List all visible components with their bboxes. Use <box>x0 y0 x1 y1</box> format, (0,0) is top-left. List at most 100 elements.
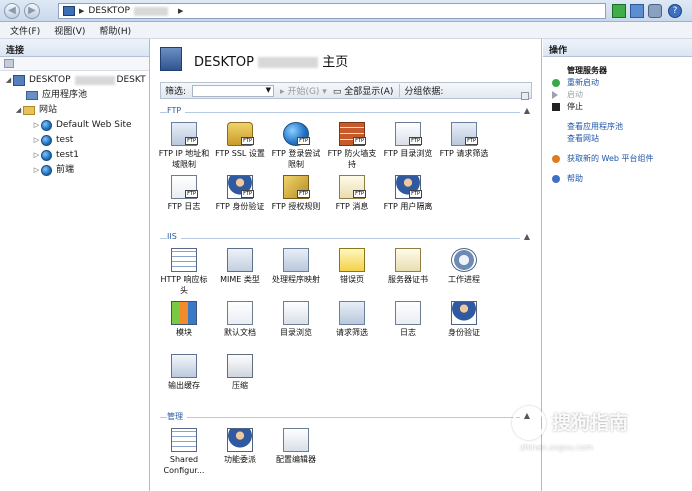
feature-ftp-firewall[interactable]: FTP FTP 防火墙支持 <box>326 122 378 170</box>
group-header-iis[interactable]: IIS ▲ <box>160 232 530 244</box>
sites-folder-icon <box>23 106 35 115</box>
address-input[interactable]: ▶ DESKTOP ▶ <box>58 3 606 19</box>
restart-icon <box>552 79 560 87</box>
menu-file[interactable]: 文件(F) <box>10 24 40 37</box>
feature-ftp-user-isolation[interactable]: FTP FTP 用户隔离 <box>382 175 434 212</box>
feature-ftp-ip-restrictions[interactable]: FTP FTP IP 地址和域限制 <box>158 122 210 170</box>
group-title: IIS <box>167 232 181 241</box>
authentication-icon <box>451 301 477 325</box>
message-icon: FTP <box>339 175 366 199</box>
filter-scroll-icon[interactable] <box>521 92 529 100</box>
feature-ftp-logon-attempts[interactable]: FTP FTP 登录尝试限制 <box>270 122 322 170</box>
action-view-sites[interactable]: 查看网站 <box>543 133 692 145</box>
feature-label: HTTP 响应标头 <box>160 275 208 295</box>
expand-icon[interactable]: ▷ <box>32 163 41 178</box>
action-stop[interactable]: 停止 <box>543 101 692 113</box>
back-arrow-icon[interactable]: ◀ <box>4 3 20 19</box>
tree-item-app-pools[interactable]: 应用程序池 <box>0 88 149 103</box>
feature-ftp-logging[interactable]: FTP FTP 日志 <box>158 175 210 212</box>
feature-ftp-authorization[interactable]: FTP FTP 授权规则 <box>270 175 322 212</box>
group-by-dropdown[interactable]: 分组依据: <box>399 84 443 97</box>
directory-browsing-icon <box>283 301 309 325</box>
features-view: DESKTOP 主页 筛选: ▼ ▸ 开始(G) ▾ ▭ 全部显示(A) 分组依… <box>150 39 542 491</box>
help-icon[interactable]: ? <box>668 4 682 18</box>
action-view-app-pools[interactable]: 查看应用程序池 <box>543 121 692 133</box>
server-icon <box>13 75 25 86</box>
collapse-group-icon[interactable]: ▲ <box>524 411 530 420</box>
feature-ftp-authentication[interactable]: FTP FTP 身份验证 <box>214 175 266 212</box>
feature-ftp-dir-browse[interactable]: FTP FTP 目录浏览 <box>382 122 434 159</box>
feature-server-certificates[interactable]: 服务器证书 <box>382 248 434 285</box>
actions-pane: 操作 管理服务器 重新启动 启动 停止 查看应用程序池 查看网站 获取新的 We… <box>543 39 692 491</box>
expand-icon[interactable]: ▷ <box>32 148 41 163</box>
filter-input[interactable]: ▼ <box>192 84 275 97</box>
tree-item-test[interactable]: ▷ test <box>0 133 149 148</box>
action-get-web-platform[interactable]: 获取新的 Web 平台组件 <box>543 153 692 165</box>
collapse-icon[interactable]: ◢ <box>14 103 23 118</box>
tree-item-frontend[interactable]: ▷ 前端 <box>0 163 149 178</box>
worker-process-icon <box>451 248 477 272</box>
save-icon[interactable] <box>630 4 644 18</box>
feature-ftp-ssl[interactable]: FTP FTP SSL 设置 <box>214 122 266 159</box>
start-icon <box>552 91 558 99</box>
default-document-icon <box>227 301 253 325</box>
menu-help[interactable]: 帮助(H) <box>99 24 131 37</box>
collapse-group-icon[interactable]: ▲ <box>524 106 530 115</box>
feature-worker-processes[interactable]: 工作进程 <box>438 248 490 285</box>
group-header-ftp[interactable]: FTP ▲ <box>160 106 530 118</box>
feature-shared-configuration[interactable]: Shared Configur... <box>158 428 210 476</box>
start-button[interactable]: ▸ 开始(G) ▾ <box>280 84 327 97</box>
group-title: FTP <box>167 106 186 115</box>
feature-config-editor[interactable]: 配置编辑器 <box>270 428 322 465</box>
tree-item-server[interactable]: ◢ DESKTOP DESKT <box>0 73 149 88</box>
feature-output-caching[interactable]: 输出缓存 <box>158 354 210 391</box>
show-all-button[interactable]: ▭ 全部显示(A) <box>333 84 394 97</box>
feature-request-filtering[interactable]: 请求筛选 <box>326 301 378 338</box>
web-platform-icon <box>552 155 560 163</box>
action-restart[interactable]: 重新启动 <box>543 77 692 89</box>
feature-compression[interactable]: 压缩 <box>214 354 266 391</box>
feature-delegation[interactable]: 功能委派 <box>214 428 266 465</box>
feature-logging[interactable]: 日志 <box>382 301 434 338</box>
filter-label: 筛选: <box>165 87 187 97</box>
page-title-prefix: DESKTOP <box>194 55 255 70</box>
tree-item-test1[interactable]: ▷ test1 <box>0 148 149 163</box>
feature-error-pages[interactable]: 错误页 <box>326 248 378 285</box>
feature-label: FTP 防火墙支持 <box>327 149 377 169</box>
feature-ftp-messages[interactable]: FTP FTP 消息 <box>326 175 378 212</box>
feature-default-document[interactable]: 默认文档 <box>214 301 266 338</box>
address-bar: ◀ ▶ ▶ DESKTOP ▶ ? <box>0 0 692 22</box>
action-label: 重新启动 <box>567 78 599 87</box>
action-start[interactable]: 启动 <box>543 89 692 101</box>
feature-handler-mappings[interactable]: 处理程序映射 <box>270 248 322 285</box>
network-icon[interactable] <box>612 4 626 18</box>
feature-modules[interactable]: 模块 <box>158 301 210 338</box>
tree-item-sites[interactable]: ◢ 网站 <box>0 103 149 118</box>
expand-icon[interactable]: ▷ <box>32 118 41 133</box>
app-pool-icon <box>26 91 38 100</box>
connect-icon[interactable] <box>4 59 14 68</box>
feature-authentication[interactable]: 身份验证 <box>438 301 490 338</box>
action-label: 帮助 <box>567 174 583 183</box>
collapse-icon[interactable]: ◢ <box>4 73 13 88</box>
expand-icon[interactable]: ▷ <box>32 133 41 148</box>
refresh-icon[interactable] <box>648 4 662 18</box>
feature-label: 身份验证 <box>448 328 480 337</box>
group-header-management[interactable]: 管理 ▲ <box>160 411 530 423</box>
feature-label: 压缩 <box>232 381 248 390</box>
forward-arrow-icon[interactable]: ▶ <box>24 3 40 19</box>
feature-label: 默认文档 <box>224 328 256 337</box>
breadcrumb-dropdown-icon[interactable]: ▶ <box>178 7 183 15</box>
menu-view[interactable]: 视图(V) <box>54 24 85 37</box>
error-page-icon <box>339 248 365 272</box>
collapse-group-icon[interactable]: ▲ <box>524 232 530 241</box>
tree-item-default-web-site[interactable]: ▷ Default Web Site <box>0 118 149 133</box>
http-headers-icon <box>171 248 197 272</box>
action-help[interactable]: 帮助 <box>543 173 692 185</box>
shared-config-icon <box>171 428 197 452</box>
feature-http-headers[interactable]: HTTP 响应标头 <box>158 248 210 296</box>
feature-ftp-request-filter[interactable]: FTP FTP 请求筛选 <box>438 122 490 159</box>
feature-directory-browsing[interactable]: 目录浏览 <box>270 301 322 338</box>
feature-mime-types[interactable]: MIME 类型 <box>214 248 266 285</box>
action-label: 停止 <box>567 102 583 111</box>
